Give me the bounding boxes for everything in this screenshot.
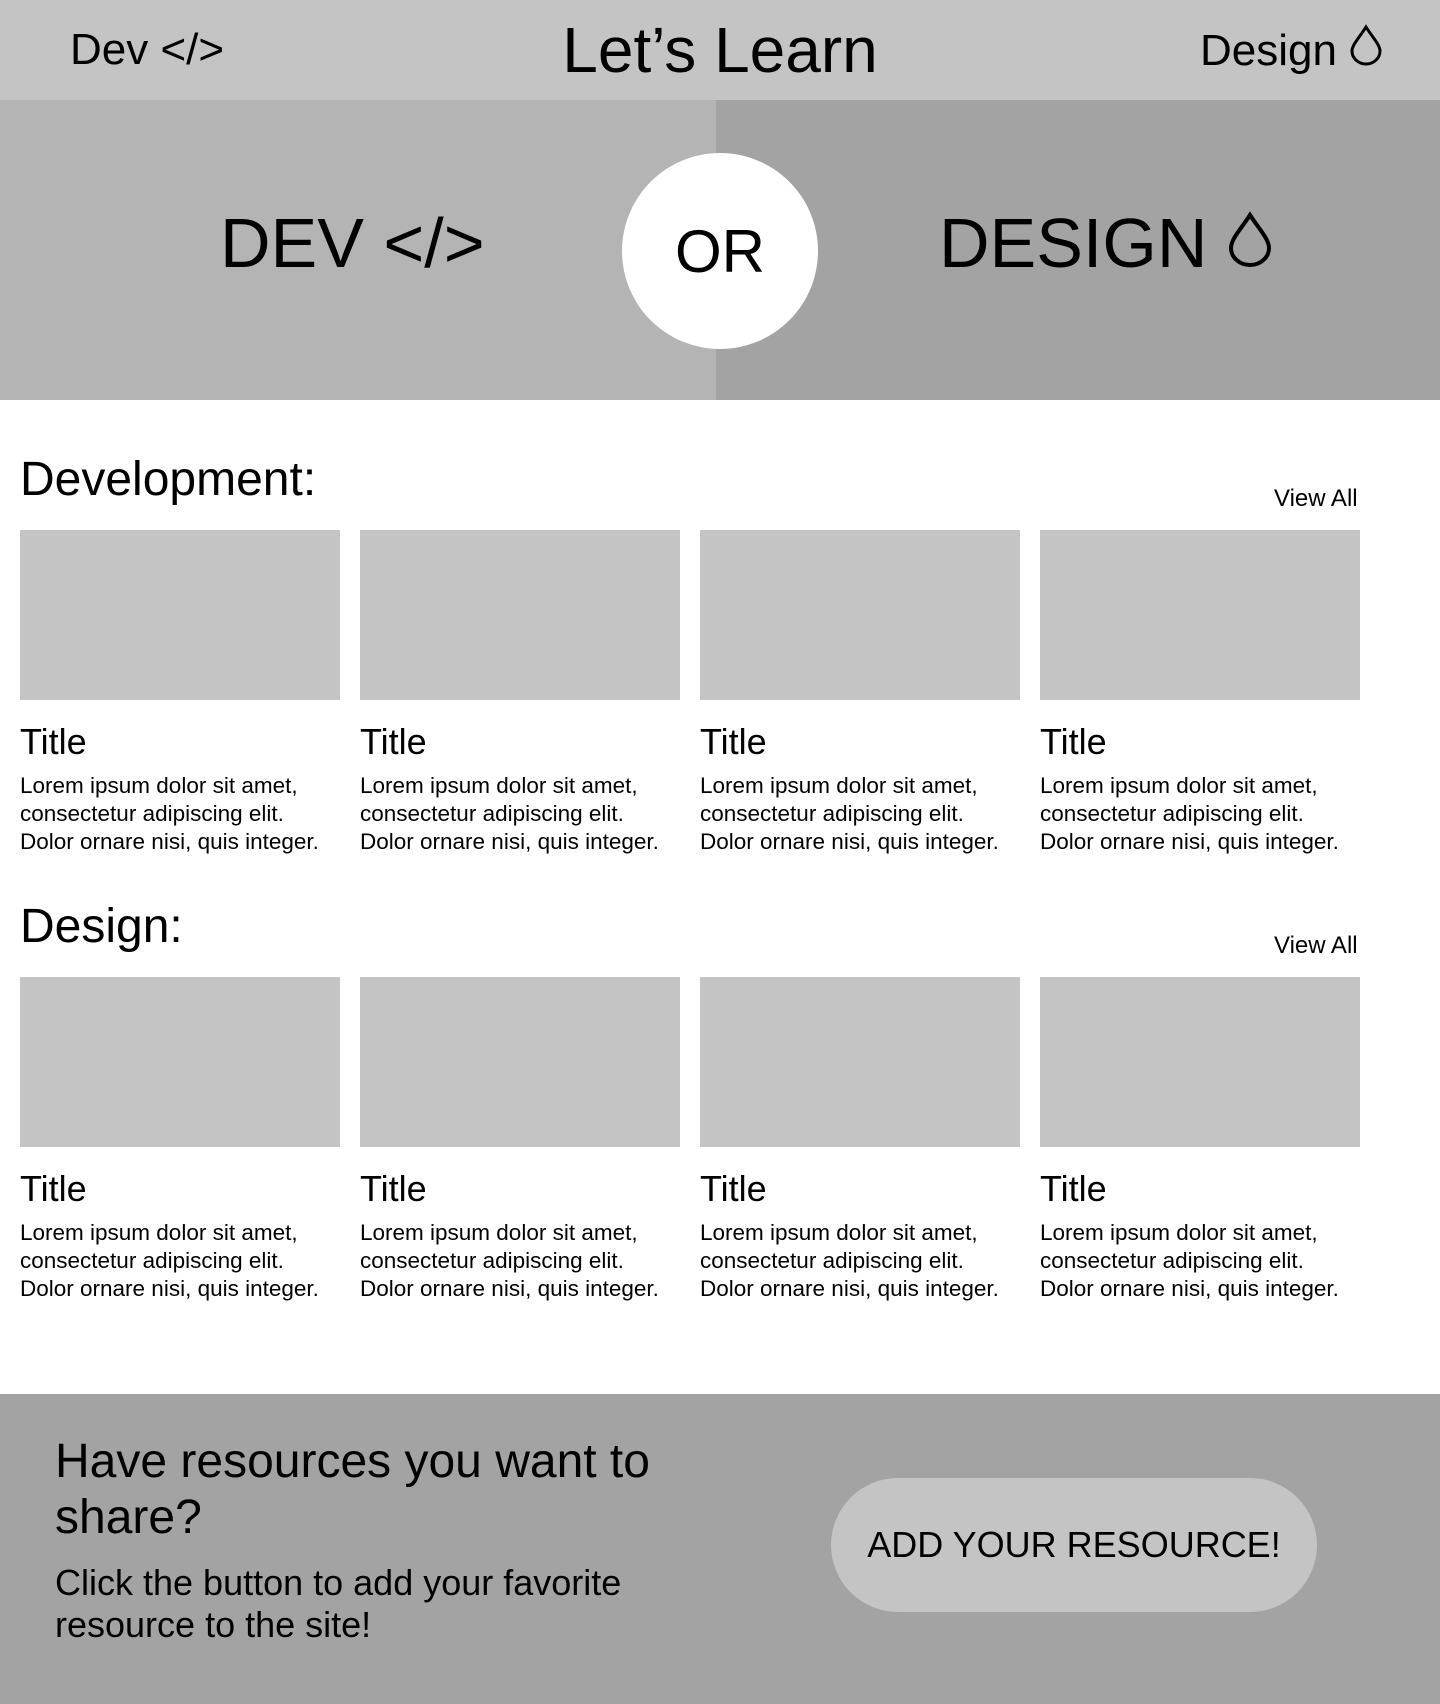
resource-card: Title Lorem ipsum dolor sit amet, consec…: [700, 977, 1020, 1303]
add-resource-button[interactable]: ADD YOUR RESOURCE!: [831, 1478, 1317, 1612]
card-thumbnail[interactable]: [1040, 530, 1360, 700]
card-description: Lorem ipsum dolor sit amet, consectetur …: [360, 772, 680, 856]
card-thumbnail[interactable]: [360, 977, 680, 1147]
hero-design-label: DESIGN: [939, 203, 1273, 283]
resource-card: Title Lorem ipsum dolor sit amet, consec…: [360, 977, 680, 1303]
hero-design-panel[interactable]: DESIGN: [716, 100, 1440, 400]
card-description-line: Lorem ipsum dolor sit amet,: [20, 773, 298, 798]
card-description: Lorem ipsum dolor sit amet, consectetur …: [700, 1219, 1020, 1303]
drop-icon: [1349, 24, 1383, 78]
hero-dev-label: DEV </>: [220, 204, 485, 282]
card-title[interactable]: Title: [360, 1167, 680, 1211]
card-thumbnail[interactable]: [700, 977, 1020, 1147]
card-thumbnail[interactable]: [1040, 977, 1360, 1147]
resource-card: Title Lorem ipsum dolor sit amet, consec…: [20, 530, 340, 856]
card-description-line: Dolor ornare nisi, quis integer.: [20, 829, 319, 854]
resource-card: Title Lorem ipsum dolor sit amet, consec…: [1040, 530, 1360, 856]
card-title[interactable]: Title: [700, 720, 1020, 764]
card-description-line: consectetur adipiscing elit.: [700, 801, 964, 826]
card-description-line: Lorem ipsum dolor sit amet,: [700, 773, 978, 798]
card-thumbnail[interactable]: [700, 530, 1020, 700]
card-description-line: consectetur adipiscing elit.: [20, 801, 284, 826]
view-all-link[interactable]: View All: [1274, 484, 1358, 514]
card-description-line: Dolor ornare nisi, quis integer.: [360, 829, 659, 854]
drop-icon: [1227, 203, 1273, 283]
resource-card: Title Lorem ipsum dolor sit amet, consec…: [360, 530, 680, 856]
nav-link-design-label: Design: [1200, 26, 1337, 75]
resource-card: Title Lorem ipsum dolor sit amet, consec…: [1040, 977, 1360, 1303]
hero-design-text: DESIGN: [939, 204, 1208, 282]
card-description-line: Lorem ipsum dolor sit amet,: [360, 1220, 638, 1245]
nav-link-design[interactable]: Design: [1200, 24, 1383, 78]
or-badge: OR: [622, 153, 818, 349]
card-description-line: consectetur adipiscing elit.: [700, 1248, 964, 1273]
card-title[interactable]: Title: [700, 1167, 1020, 1211]
card-title[interactable]: Title: [20, 1167, 340, 1211]
card-description-line: Dolor ornare nisi, quis integer.: [700, 1276, 999, 1301]
card-description-line: consectetur adipiscing elit.: [1040, 801, 1304, 826]
card-description-line: consectetur adipiscing elit.: [1040, 1248, 1304, 1273]
card-description-line: Dolor ornare nisi, quis integer.: [1040, 829, 1339, 854]
card-description: Lorem ipsum dolor sit amet, consectetur …: [700, 772, 1020, 856]
card-description: Lorem ipsum dolor sit amet, consectetur …: [360, 1219, 680, 1303]
card-description-line: Lorem ipsum dolor sit amet,: [20, 1220, 298, 1245]
card-description: Lorem ipsum dolor sit amet, consectetur …: [20, 1219, 340, 1303]
cta-description: Click the button to add your favorite re…: [55, 1562, 622, 1645]
card-title[interactable]: Title: [1040, 1167, 1360, 1211]
hero-dev-panel[interactable]: DEV </>: [0, 100, 716, 400]
card-description-line: Lorem ipsum dolor sit amet,: [700, 1220, 978, 1245]
cta-heading: Have resources you want to share?: [55, 1435, 650, 1544]
card-description-line: Dolor ornare nisi, quis integer.: [360, 1276, 659, 1301]
card-description: Lorem ipsum dolor sit amet, consectetur …: [1040, 1219, 1360, 1303]
card-description-line: consectetur adipiscing elit.: [360, 1248, 624, 1273]
card-description-line: consectetur adipiscing elit.: [360, 801, 624, 826]
card-description-line: Lorem ipsum dolor sit amet,: [1040, 1220, 1318, 1245]
card-description: Lorem ipsum dolor sit amet, consectetur …: [20, 772, 340, 856]
card-description-line: Dolor ornare nisi, quis integer.: [700, 829, 999, 854]
card-description-line: Lorem ipsum dolor sit amet,: [1040, 773, 1318, 798]
card-thumbnail[interactable]: [20, 977, 340, 1147]
card-description-line: Dolor ornare nisi, quis integer.: [1040, 1276, 1339, 1301]
resource-card: Title Lorem ipsum dolor sit amet, consec…: [20, 977, 340, 1303]
resource-card: Title Lorem ipsum dolor sit amet, consec…: [700, 530, 1020, 856]
section-heading: Design:: [20, 900, 183, 953]
card-thumbnail[interactable]: [360, 530, 680, 700]
site-header: Dev </> Let’s Learn Design: [0, 0, 1440, 100]
card-description: Lorem ipsum dolor sit amet, consectetur …: [1040, 772, 1360, 856]
card-description-line: Dolor ornare nisi, quis integer.: [20, 1276, 319, 1301]
section-heading: Development:: [20, 453, 317, 506]
card-description-line: consectetur adipiscing elit.: [20, 1248, 284, 1273]
card-title[interactable]: Title: [1040, 720, 1360, 764]
share-resources-footer: Have resources you want to share? Click …: [0, 1394, 1440, 1704]
card-title[interactable]: Title: [360, 720, 680, 764]
card-title[interactable]: Title: [20, 720, 340, 764]
card-thumbnail[interactable]: [20, 530, 340, 700]
hero-banner: DEV </> DESIGN OR: [0, 100, 1440, 400]
card-description-line: Lorem ipsum dolor sit amet,: [360, 773, 638, 798]
view-all-link[interactable]: View All: [1274, 931, 1358, 961]
